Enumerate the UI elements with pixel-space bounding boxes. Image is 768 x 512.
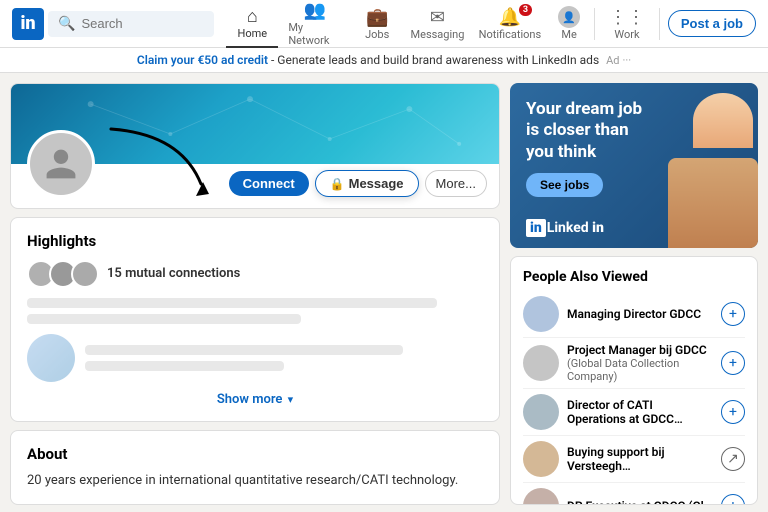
mutual-connections-row: 15 mutual connections bbox=[27, 260, 483, 288]
profile-name-row: Sanne 2nd in bbox=[27, 206, 483, 209]
message-button-label: Message bbox=[349, 176, 404, 191]
placeholder-line-1 bbox=[27, 298, 437, 308]
connect-icon-3[interactable]: ↗ bbox=[721, 447, 745, 471]
ad-headline: Your dream job is closer than you think bbox=[526, 99, 646, 163]
highlights-card: Highlights 15 mutual connections Sh bbox=[10, 217, 500, 422]
placeholder-line-3 bbox=[85, 345, 403, 355]
person-avatar-3 bbox=[523, 441, 559, 477]
people-also-viewed-title: People Also Viewed bbox=[523, 269, 745, 285]
person-avatar-2 bbox=[523, 394, 559, 430]
connect-icon-2[interactable]: + bbox=[721, 400, 745, 424]
ad-card: Your dream job is closer than you think … bbox=[510, 83, 758, 248]
ad-banner-cta[interactable]: Claim your €50 ad credit bbox=[137, 53, 268, 67]
profile-column: Connect 🔒 Message More... Sanne 2nd in M… bbox=[10, 83, 500, 505]
profile-name: Sanne bbox=[27, 206, 75, 209]
nav-item-messaging[interactable]: ✉ Messaging bbox=[403, 1, 472, 47]
network-icon: 👥 bbox=[304, 0, 326, 21]
home-icon: ⌂ bbox=[247, 6, 258, 27]
linkedin-ad-logo: inLinked in bbox=[526, 217, 604, 236]
navbar: in 🔍 ⌂ Home 👥 My Network 💼 Jobs ✉ Messag… bbox=[0, 0, 768, 48]
person-item-3: Buying support bij Versteegh Modeaccesso… bbox=[523, 436, 745, 483]
person-name-0: Managing Director GDCC bbox=[567, 307, 713, 321]
nav-notifications-label: Notifications bbox=[479, 28, 542, 41]
lock-icon: 🔒 bbox=[330, 177, 345, 191]
chevron-down-icon: ▾ bbox=[288, 393, 294, 406]
ad-ellipsis[interactable]: ··· bbox=[623, 54, 632, 67]
more-button[interactable]: More... bbox=[425, 170, 487, 197]
notifications-icon: 🔔 bbox=[499, 7, 521, 28]
nav-messaging-label: Messaging bbox=[411, 28, 465, 41]
person-avatar-0 bbox=[523, 296, 559, 332]
person-role-1: (Global Data Collection Company) bbox=[567, 357, 713, 383]
connect-button[interactable]: Connect bbox=[229, 171, 309, 196]
person-name-4: DP Executive at GDCC (Global Data Collec… bbox=[567, 499, 713, 505]
ad-label: Ad bbox=[606, 54, 619, 67]
nav-item-jobs[interactable]: 💼 Jobs bbox=[351, 1, 403, 47]
about-title: About bbox=[27, 445, 483, 463]
nav-item-network[interactable]: 👥 My Network bbox=[278, 0, 351, 53]
person-item-0: Managing Director GDCC + bbox=[523, 291, 745, 338]
linkedin-logo: in bbox=[12, 8, 44, 40]
search-icon: 🔍 bbox=[58, 16, 75, 32]
show-more-link[interactable]: Show more bbox=[217, 392, 283, 407]
nav-item-notifications[interactable]: 🔔 3 Notifications bbox=[472, 1, 548, 47]
mutual-avatars bbox=[27, 260, 99, 288]
post-job-button[interactable]: Post a job bbox=[668, 10, 756, 37]
person-silhouette bbox=[668, 83, 758, 248]
person-name-3: Buying support bij Versteegh Modeaccesso… bbox=[567, 445, 713, 473]
nav-divider bbox=[594, 8, 595, 40]
right-column: Your dream job is closer than you think … bbox=[510, 83, 758, 505]
people-also-viewed-card: People Also Viewed Managing Director GDC… bbox=[510, 256, 758, 505]
about-card: About 20 years experience in internation… bbox=[10, 430, 500, 506]
connect-icon-0[interactable]: + bbox=[721, 302, 745, 326]
nav-avatar[interactable]: 👤 Me bbox=[548, 0, 590, 47]
person-info-4: DP Executive at GDCC (Global Data Collec… bbox=[567, 499, 713, 505]
nav-home-label: Home bbox=[238, 27, 268, 40]
main-layout: Connect 🔒 Message More... Sanne 2nd in M… bbox=[0, 73, 768, 505]
person-item-1: Project Manager bij GDCC (Global Data Co… bbox=[523, 338, 745, 389]
person-name-1: Project Manager bij GDCC bbox=[567, 343, 713, 357]
nav-me-label: Me bbox=[561, 28, 576, 41]
profile-avatar bbox=[27, 130, 95, 198]
nav-work-label: Work bbox=[614, 28, 639, 41]
person-name-2: Director of CATI Operations at GDCC (Glo… bbox=[567, 398, 713, 426]
nav-network-label: My Network bbox=[288, 21, 341, 47]
nav-jobs-label: Jobs bbox=[365, 28, 389, 41]
message-button[interactable]: 🔒 Message bbox=[315, 170, 419, 197]
person-avatar-4 bbox=[523, 488, 559, 505]
person-item-2: Director of CATI Operations at GDCC (Glo… bbox=[523, 389, 745, 436]
placeholder-line-2 bbox=[27, 314, 301, 324]
person-item-4: DP Executive at GDCC (Global Data Collec… bbox=[523, 483, 745, 505]
notifications-badge: 3 bbox=[519, 4, 532, 16]
search-container: 🔍 bbox=[48, 11, 214, 37]
see-jobs-button[interactable]: See jobs bbox=[526, 173, 603, 197]
show-more: Show more ▾ bbox=[27, 392, 483, 407]
profile-actions: Connect 🔒 Message More... bbox=[229, 170, 487, 197]
connect-icon-1[interactable]: + bbox=[721, 351, 745, 375]
person-info-3: Buying support bij Versteegh Modeaccesso… bbox=[567, 445, 713, 473]
connect-icon-4[interactable]: + bbox=[721, 494, 745, 505]
jobs-icon: 💼 bbox=[366, 7, 388, 28]
highlights-title: Highlights bbox=[27, 232, 483, 250]
search-input[interactable] bbox=[81, 16, 204, 31]
messaging-icon: ✉ bbox=[430, 7, 445, 28]
person-info-1: Project Manager bij GDCC (Global Data Co… bbox=[567, 343, 713, 383]
mutual-count: 15 mutual connections bbox=[107, 266, 240, 281]
profile-card: Connect 🔒 Message More... Sanne 2nd in M… bbox=[10, 83, 500, 209]
nav-item-home[interactable]: ⌂ Home bbox=[226, 0, 278, 48]
nav-item-work[interactable]: ⋮⋮ Work bbox=[599, 1, 655, 47]
placeholder-blob bbox=[27, 334, 75, 382]
about-text: 20 years experience in international qua… bbox=[27, 471, 483, 491]
nav-divider-2 bbox=[659, 8, 660, 40]
mutual-avatar-3 bbox=[71, 260, 99, 288]
ad-banner-text: - Generate leads and build brand awarene… bbox=[268, 53, 599, 67]
person-avatar-1 bbox=[523, 345, 559, 381]
work-icon: ⋮⋮ bbox=[609, 7, 645, 28]
person-info-2: Director of CATI Operations at GDCC (Glo… bbox=[567, 398, 713, 426]
profile-body: Connect 🔒 Message More... Sanne 2nd in M… bbox=[11, 164, 499, 209]
person-info-0: Managing Director GDCC bbox=[567, 307, 713, 321]
placeholder-line-4 bbox=[85, 361, 284, 371]
avatar-icon bbox=[43, 146, 79, 182]
